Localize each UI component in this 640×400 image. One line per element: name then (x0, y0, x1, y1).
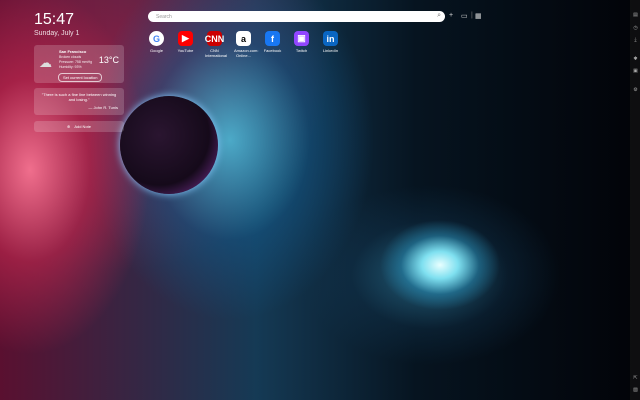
downloads-icon[interactable]: ⤓ (632, 37, 639, 44)
speed-dial-twitch[interactable]: ▣ Twitch (292, 31, 311, 58)
speed-dial-facebook[interactable]: f Facebook (263, 31, 282, 58)
weather-humidity: Humidity: 93% (59, 65, 82, 69)
screenshot-icon[interactable]: ▣ (632, 68, 639, 75)
youtube-icon: ▶ (178, 31, 193, 46)
weather-condition: Broken clouds (59, 55, 82, 59)
speed-dial-label: LinkedIn (322, 48, 339, 53)
date: Sunday, July 1 (34, 30, 80, 37)
export-icon[interactable]: ⇱ (632, 375, 639, 382)
quote-text: "There is such a fine line between winni… (41, 92, 117, 102)
speed-dial-label: Amazon.com: Online... (234, 48, 259, 58)
add-note-button[interactable]: ⊕ Add Note (34, 121, 124, 132)
apps-grid-icon[interactable]: ▦ (475, 12, 482, 20)
google-icon: G (149, 31, 164, 46)
quote-author: — John R. Tunis (88, 105, 118, 110)
speed-dial-youtube[interactable]: ▶ YouTube (176, 31, 195, 58)
speed-dial-label: Facebook (263, 48, 282, 53)
set-location-button[interactable]: Set current location (58, 73, 103, 82)
folder-icon[interactable]: ▭ (461, 12, 468, 20)
weather-temperature: 13°C (98, 55, 119, 65)
extensions-icon[interactable]: ✱ (632, 56, 639, 63)
speed-dial-label: Google (150, 48, 163, 53)
weather-widget: ☁ San Francisco Broken clouds Pressure: … (34, 45, 124, 83)
quote-widget: "There is such a fine line between winni… (34, 88, 124, 115)
speed-dial-linkedin[interactable]: in LinkedIn (321, 31, 340, 58)
plus-circle-icon: ⊕ (66, 124, 71, 129)
speed-dial-label: CNN International (205, 48, 228, 58)
history-icon[interactable]: ◷ (632, 25, 639, 32)
speed-dials: G Google ▶ YouTube CNN CNN International a Amaz… (147, 31, 340, 58)
search-input[interactable]: Search ⌕ (148, 11, 445, 22)
planet-wallpaper (120, 96, 218, 194)
twitch-icon: ▣ (294, 31, 309, 46)
speed-dial-cnn[interactable]: CNN CNN International (205, 31, 228, 58)
cloud-icon: ☁ (39, 55, 52, 70)
search-icon[interactable]: ⌕ (437, 12, 441, 20)
weather-city: San Francisco (59, 49, 87, 54)
speed-dial-amazon[interactable]: a Amazon.com: Online... (234, 31, 259, 58)
amazon-icon: a (236, 31, 251, 46)
facebook-icon: f (265, 31, 280, 46)
speed-dial-google[interactable]: G Google (147, 31, 166, 58)
clock: 15:47 (34, 11, 75, 28)
linkedin-icon: in (323, 31, 338, 46)
right-sidebar: ▤ ◷ ⤓ ✱ ▣ ⚙ ⇱ ▨ (630, 0, 640, 400)
add-note-label: Add Note (74, 124, 92, 129)
speed-dial-label: YouTube (177, 48, 194, 53)
bookmarks-icon[interactable]: ▤ (632, 12, 639, 19)
cnn-icon: CNN (205, 31, 224, 46)
wallpaper-icon[interactable]: ▨ (632, 387, 639, 394)
add-icon[interactable]: + (449, 12, 453, 19)
weather-pressure: Pressure: 758 mmHg (59, 60, 93, 64)
search-placeholder: Search (156, 14, 172, 20)
divider: | (471, 12, 473, 19)
settings-icon[interactable]: ⚙ (632, 87, 639, 94)
speed-dial-label: Twitch (295, 48, 308, 53)
